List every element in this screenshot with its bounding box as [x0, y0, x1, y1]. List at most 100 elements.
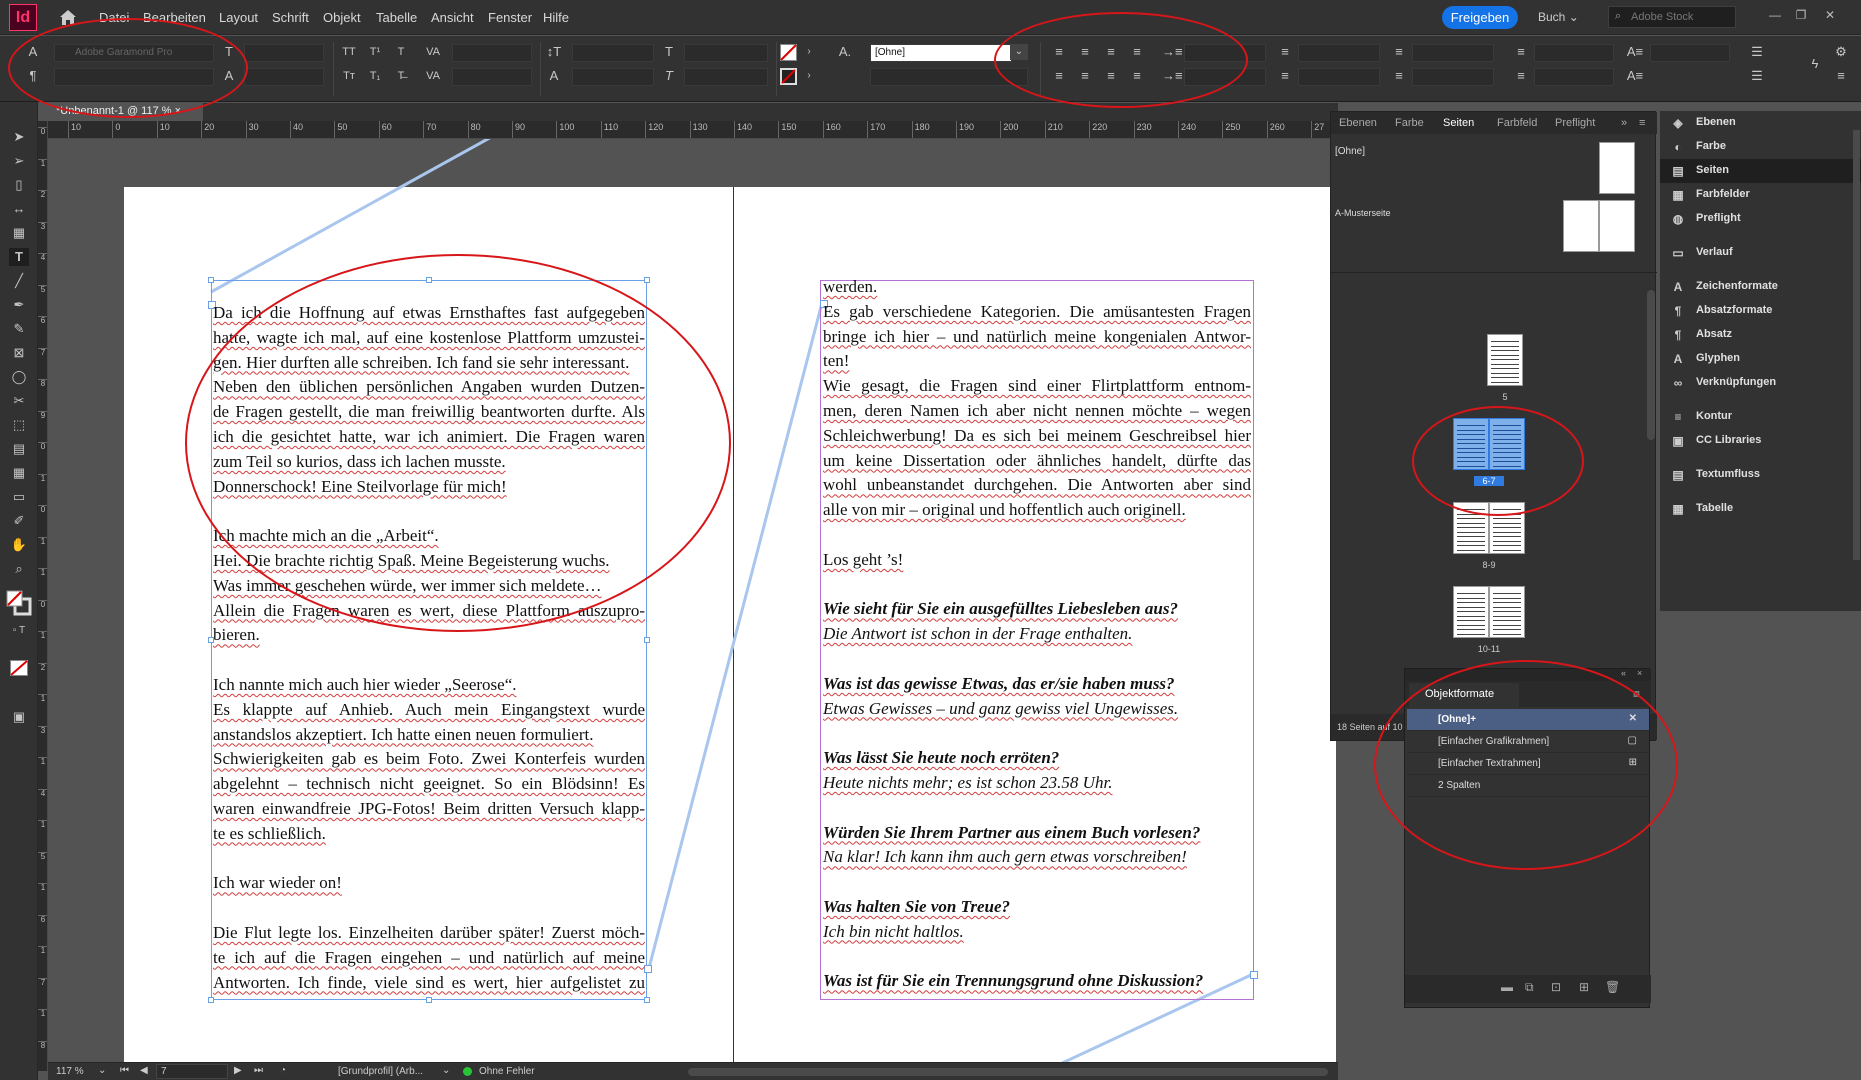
frame-handle[interactable] — [644, 277, 650, 283]
chevron-right-icon[interactable]: › — [800, 44, 818, 60]
vertical-ruler[interactable]: 0 1 2 3 4 5 6 7 8 9 0 1 0 1 1 0 1 2 1 3 1 4 1 5 1 6 1 7 1 8 — [38, 121, 48, 1071]
minimize-icon[interactable]: — — [1768, 8, 1782, 22]
out-port[interactable] — [644, 965, 652, 973]
page-thumb-11[interactable] — [1489, 586, 1525, 638]
dock-item-absatz[interactable]: ¶ Absatz — [1660, 323, 1861, 347]
menu-bearbeiten[interactable]: Bearbeiten — [143, 10, 206, 25]
right-story[interactable]: werden. Es gab verschiedene Kategorien. D… — [823, 275, 1251, 994]
fill-stroke-swatch-icon[interactable] — [6, 590, 32, 616]
shading-field[interactable] — [1650, 44, 1730, 62]
tracking-field[interactable] — [452, 68, 532, 86]
panel-overflow-icon[interactable]: » — [1621, 117, 1627, 129]
dock-item-farbfelder[interactable]: ▦ Farbfelder — [1660, 183, 1861, 207]
last-page-icon[interactable]: ⏭ — [254, 1065, 263, 1076]
panel-menu-icon[interactable]: ≡ — [1832, 68, 1850, 84]
close-tab-icon[interactable]: × — [175, 105, 181, 117]
content-collector-icon[interactable]: ▦ — [9, 224, 29, 242]
pasteboard[interactable]: Da ich die Hoffnung auf etwas Ernsthafte… — [48, 139, 1338, 1062]
dock-item-ebenen[interactable]: ◈ Ebenen — [1660, 111, 1861, 135]
direct-selection-tool-icon[interactable]: ➢ — [9, 152, 29, 170]
type-tool-icon[interactable]: T — [9, 248, 29, 266]
rectangle-frame-tool-icon[interactable]: ⊠ — [9, 344, 29, 362]
page-thumb-10[interactable] — [1453, 586, 1489, 638]
eyedropper-tool-icon[interactable]: ✐ — [9, 512, 29, 530]
adobe-stock-search[interactable]: ⌕ Adobe Stock — [1608, 6, 1736, 28]
kerning-field[interactable] — [452, 44, 532, 62]
line-tool-icon[interactable]: ╱ — [9, 272, 29, 290]
font-size-field[interactable] — [244, 44, 324, 62]
delete-icon[interactable]: 🗑 — [1605, 980, 1620, 994]
dock-item-textumfluss[interactable]: ▤ Textumfluss — [1660, 463, 1861, 487]
fill-none-swatch[interactable] — [780, 44, 797, 61]
menu-fenster[interactable]: Fenster — [488, 10, 532, 25]
free-transform-tool-icon[interactable]: ⬚ — [9, 416, 29, 434]
close-panel-icon[interactable]: × — [1637, 668, 1642, 678]
document-open-icon[interactable]: ◔ — [280, 1065, 286, 1076]
char-formatting-icon[interactable]: A — [24, 44, 42, 60]
page-thumb-5[interactable] — [1487, 334, 1523, 386]
para-style-select[interactable] — [870, 68, 1028, 86]
superscript-icon[interactable]: T¹ — [366, 44, 384, 60]
frame-handle[interactable] — [426, 277, 432, 283]
preflight-status[interactable]: Ohne Fehler — [479, 1066, 535, 1077]
selection-tool-icon[interactable]: ➤ — [9, 128, 29, 146]
dock-item-farbe[interactable]: ◐ Farbe — [1660, 135, 1861, 159]
document-tab[interactable]: *Unbenannt-1 @ 117 % × — [48, 103, 203, 121]
menu-layout[interactable]: Layout — [219, 10, 258, 25]
tab-preflight[interactable]: Preflight — [1555, 117, 1595, 129]
pages-scrollbar[interactable] — [1647, 290, 1655, 440]
numbering-icon[interactable]: ☰ — [1748, 68, 1766, 84]
pen-tool-icon[interactable]: ✒ — [9, 296, 29, 314]
right-indent-field[interactable] — [1298, 44, 1380, 62]
share-button[interactable]: Freigeben — [1442, 6, 1518, 29]
vertical-scale-field[interactable] — [572, 44, 654, 62]
dock-item-cc-libraries[interactable]: ▣ CC Libraries — [1660, 429, 1861, 453]
frame-handle[interactable] — [208, 277, 214, 283]
dock-item-tabelle[interactable]: ▦ Tabelle — [1660, 497, 1861, 521]
justify-all-icon[interactable]: ≡ — [1128, 68, 1146, 84]
preflight-profile[interactable]: [Grundprofil] (Arb... — [338, 1066, 423, 1077]
folder-icon[interactable]: ▬ — [1501, 980, 1513, 994]
justify-center-icon[interactable]: ≡ — [1076, 68, 1094, 84]
formatting-container-icon[interactable]: ▫ T — [9, 622, 29, 640]
font-family-field[interactable]: Adobe Garamond Pro — [54, 44, 214, 62]
a-master-left-thumb[interactable] — [1563, 200, 1599, 252]
tab-farbe[interactable]: Farbe — [1395, 117, 1424, 129]
font-style-field[interactable] — [54, 68, 214, 86]
page-thumb-9[interactable] — [1489, 502, 1525, 554]
justify-right-icon[interactable]: ≡ — [1102, 68, 1120, 84]
gradient-feather-tool-icon[interactable]: ▦ — [9, 464, 29, 482]
menu-datei[interactable]: Datei — [99, 10, 129, 25]
space-before-field[interactable] — [1412, 44, 1494, 62]
scissors-tool-icon[interactable]: ✂ — [9, 392, 29, 410]
page-thumb-7[interactable] — [1489, 418, 1525, 470]
horizontal-scale-field[interactable] — [684, 44, 768, 62]
horizontal-scrollbar[interactable] — [688, 1068, 1328, 1076]
a-master-right-thumb[interactable] — [1599, 200, 1635, 252]
dock-item-verlauf[interactable]: ▭ Verlauf — [1660, 241, 1861, 265]
dock-item-glyphen[interactable]: A Glyphen — [1660, 347, 1861, 371]
settings-icon[interactable]: ⚙ — [1832, 44, 1850, 60]
skew-field[interactable] — [684, 68, 768, 86]
clear-attributes-icon[interactable]: ⊡ — [1551, 980, 1561, 994]
dock-item-kontur[interactable]: ≡ Kontur — [1660, 405, 1861, 429]
note-tool-icon[interactable]: ▭ — [9, 488, 29, 506]
dock-item-preflight[interactable]: ◍ Preflight — [1660, 207, 1861, 231]
chevron-down-icon[interactable]: ⌄ — [1010, 44, 1028, 60]
first-line-indent-field[interactable] — [1184, 68, 1266, 86]
tab-farbfelder[interactable]: Farbfeld — [1497, 117, 1537, 129]
horizontal-ruler[interactable]: 10 0 10 20 30 40 50 60 70 80 90 100 110 120 130 140 150 1… — [48, 121, 1338, 139]
object-style-item[interactable]: [Einfacher Textrahmen] ⊞ — [1407, 753, 1649, 775]
para-formatting-icon[interactable]: ¶ — [24, 68, 42, 84]
tab-ebenen[interactable]: Ebenen — [1339, 117, 1377, 129]
restore-icon[interactable]: ❐ — [1794, 8, 1808, 22]
frame-handle[interactable] — [644, 997, 650, 1003]
menu-hilfe[interactable]: Hilfe — [543, 10, 569, 25]
bullets-icon[interactable]: ☰ — [1748, 44, 1766, 60]
apply-none-icon[interactable] — [10, 660, 28, 676]
left-story[interactable]: Da ich die Hoffnung auf etwas Ernsthafte… — [213, 301, 645, 995]
underline-icon[interactable]: T — [392, 44, 410, 60]
tab-objektformate[interactable]: Objektformate — [1409, 683, 1519, 707]
frame-handle[interactable] — [208, 997, 214, 1003]
page-tool-icon[interactable]: ▯ — [9, 176, 29, 194]
